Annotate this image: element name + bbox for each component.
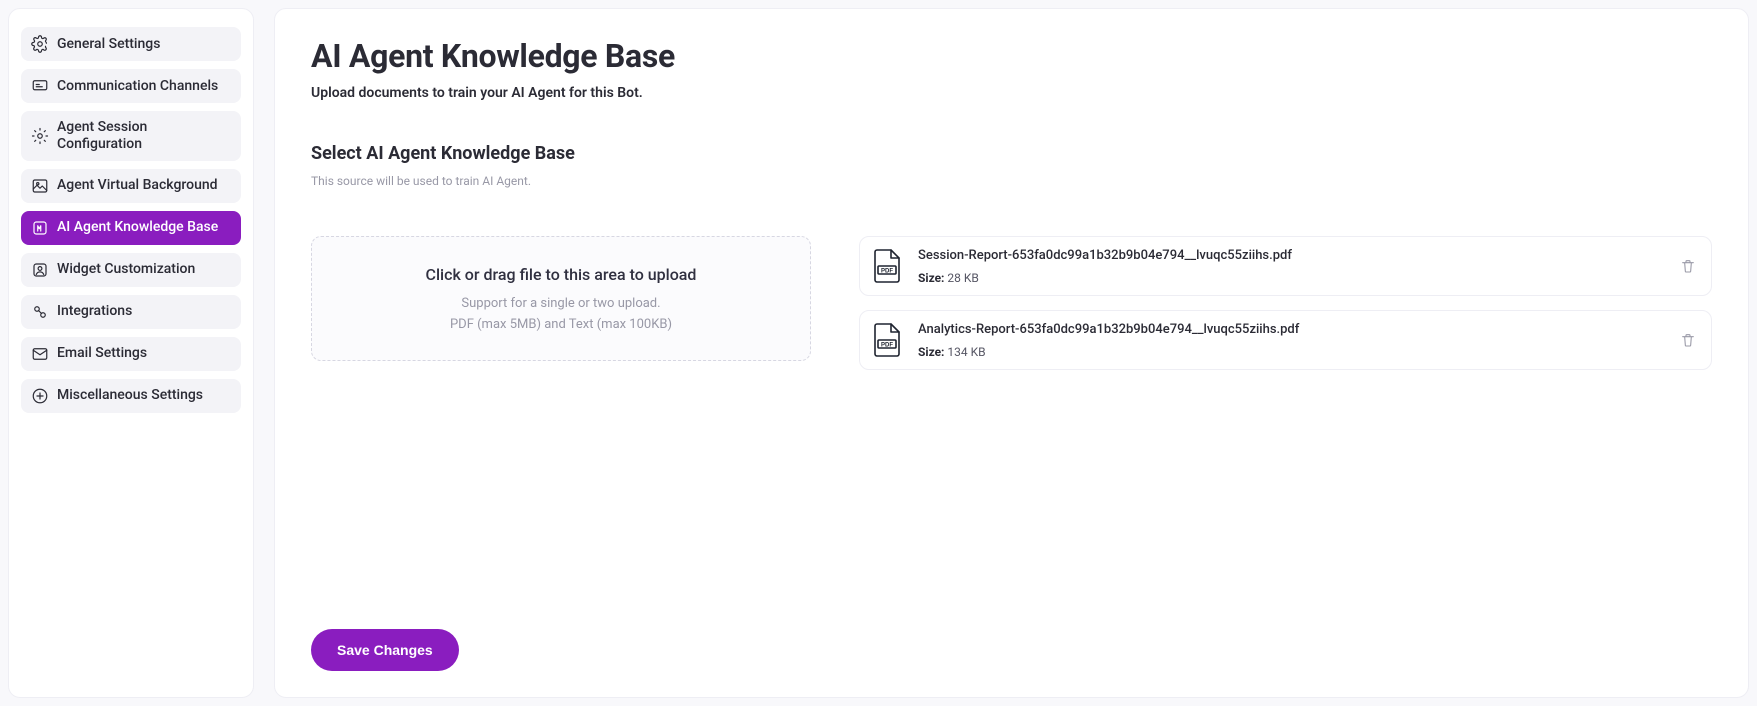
page-subtitle: Upload documents to train your AI Agent … [311, 85, 1712, 101]
main-panel: AI Agent Knowledge Base Upload documents… [274, 8, 1749, 698]
sidebar-item-miscellaneous-settings[interactable]: Miscellaneous Settings [21, 379, 241, 413]
file-card: PDF Analytics-Report-653fa0dc99a1b32b9b0… [859, 310, 1712, 370]
knowledge-base-content-row: Click or drag file to this area to uploa… [311, 236, 1712, 370]
section-title: Select AI Agent Knowledge Base [311, 143, 1712, 164]
integration-icon [31, 303, 49, 321]
settings-sidebar: General Settings Communication Channels … [8, 8, 254, 698]
sidebar-item-label: Email Settings [57, 345, 147, 362]
mail-icon [31, 345, 49, 363]
svg-text:PDF: PDF [881, 269, 893, 275]
upload-hint: Support for a single or two upload. PDF … [332, 294, 790, 336]
delete-file-button[interactable] [1679, 331, 1697, 349]
page-title: AI Agent Knowledge Base [311, 37, 1712, 75]
file-name: Session-Report-653fa0dc99a1b32b9b04e794_… [918, 248, 1665, 263]
pdf-file-icon: PDF [870, 321, 904, 359]
sidebar-item-label: AI Agent Knowledge Base [57, 219, 218, 236]
save-changes-button[interactable]: Save Changes [311, 629, 459, 671]
file-upload-dropzone[interactable]: Click or drag file to this area to uploa… [311, 236, 811, 361]
gear-icon [31, 35, 49, 53]
user-square-icon [31, 261, 49, 279]
upload-title: Click or drag file to this area to uploa… [332, 265, 790, 284]
sidebar-item-agent-virtual-background[interactable]: Agent Virtual Background [21, 169, 241, 203]
section-description: This source will be used to train AI Age… [311, 174, 1712, 188]
plus-circle-icon [31, 387, 49, 405]
gear-icon [31, 127, 49, 145]
sidebar-item-label: Agent Session Configuration [57, 119, 231, 153]
sidebar-item-label: General Settings [57, 36, 160, 53]
uploaded-files-list: PDF Session-Report-653fa0dc99a1b32b9b04e… [859, 236, 1712, 370]
sidebar-item-agent-session-configuration[interactable]: Agent Session Configuration [21, 111, 241, 161]
file-size: Size: 134 KB [918, 345, 1665, 359]
file-info: Analytics-Report-653fa0dc99a1b32b9b04e79… [918, 322, 1665, 359]
sidebar-item-label: Communication Channels [57, 78, 218, 95]
ai-icon [31, 219, 49, 237]
pdf-file-icon: PDF [870, 247, 904, 285]
file-card: PDF Session-Report-653fa0dc99a1b32b9b04e… [859, 236, 1712, 296]
chat-icon [31, 77, 49, 95]
sidebar-item-label: Integrations [57, 303, 132, 320]
sidebar-item-communication-channels[interactable]: Communication Channels [21, 69, 241, 103]
footer-actions: Save Changes [311, 599, 1712, 671]
sidebar-item-email-settings[interactable]: Email Settings [21, 337, 241, 371]
svg-text:PDF: PDF [881, 343, 893, 349]
image-icon [31, 177, 49, 195]
file-name: Analytics-Report-653fa0dc99a1b32b9b04e79… [918, 322, 1665, 337]
file-size: Size: 28 KB [918, 271, 1665, 285]
sidebar-item-label: Widget Customization [57, 261, 195, 278]
sidebar-item-integrations[interactable]: Integrations [21, 295, 241, 329]
app-root: General Settings Communication Channels … [0, 0, 1757, 706]
sidebar-item-widget-customization[interactable]: Widget Customization [21, 253, 241, 287]
sidebar-item-label: Miscellaneous Settings [57, 387, 203, 404]
sidebar-item-general-settings[interactable]: General Settings [21, 27, 241, 61]
delete-file-button[interactable] [1679, 257, 1697, 275]
file-info: Session-Report-653fa0dc99a1b32b9b04e794_… [918, 248, 1665, 285]
sidebar-item-label: Agent Virtual Background [57, 177, 218, 194]
sidebar-item-ai-agent-knowledge-base[interactable]: AI Agent Knowledge Base [21, 211, 241, 245]
